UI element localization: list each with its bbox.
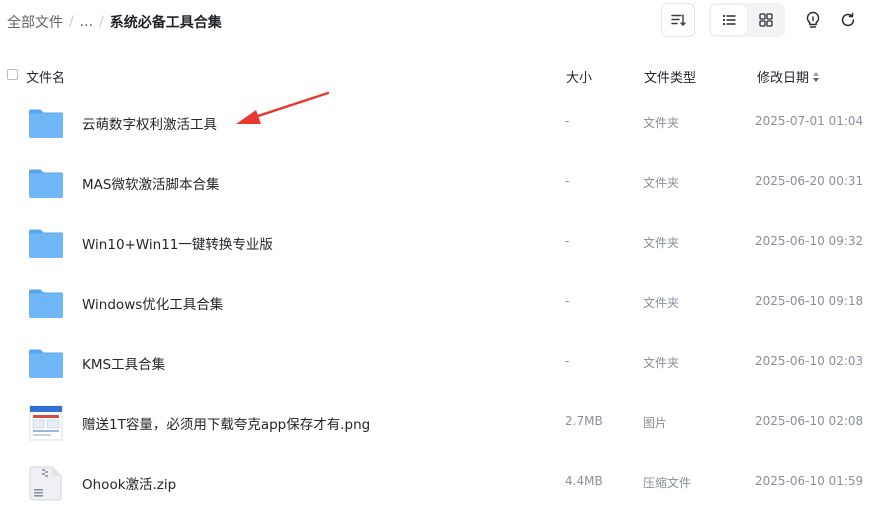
file-size: 2.7MB bbox=[565, 414, 603, 428]
breadcrumb-ellipsis[interactable]: ... bbox=[80, 14, 93, 30]
list-icon bbox=[722, 14, 736, 26]
column-header-type[interactable]: 文件类型 bbox=[644, 67, 696, 86]
tips-button[interactable] bbox=[796, 3, 830, 37]
file-date: 2025-06-10 09:18 bbox=[755, 294, 864, 308]
file-type: 文件夹 bbox=[643, 236, 680, 250]
breadcrumb-separator: / bbox=[69, 14, 74, 30]
file-name[interactable]: 云萌数字权利激活工具 bbox=[82, 113, 217, 133]
file-size: - bbox=[565, 354, 570, 368]
file-date: 2025-06-10 09:32 bbox=[755, 234, 864, 248]
file-type: 图片 bbox=[643, 416, 668, 430]
table-row[interactable]: KMS工具合集 - 文件夹 2025-06-10 02:03 bbox=[0, 333, 870, 393]
lightbulb-icon bbox=[806, 11, 820, 28]
file-size: - bbox=[565, 174, 570, 188]
table-row[interactable]: Ohook激活.zip 4.4MB 压缩文件 2025-06-10 01:59 bbox=[0, 453, 870, 513]
file-type: 文件夹 bbox=[643, 176, 680, 190]
file-date: 2025-06-10 01:59 bbox=[755, 474, 864, 488]
file-size: - bbox=[565, 234, 570, 248]
grid-icon bbox=[758, 13, 773, 27]
image-thumbnail-icon bbox=[29, 405, 63, 441]
folder-icon bbox=[29, 169, 63, 198]
refresh-button[interactable] bbox=[831, 3, 865, 37]
breadcrumb-separator: / bbox=[99, 14, 104, 30]
file-name[interactable]: Win10+Win11一键转换专业版 bbox=[82, 233, 273, 253]
table-row[interactable]: Windows优化工具合集 - 文件夹 2025-06-10 09:18 bbox=[0, 273, 870, 333]
column-header-size[interactable]: 大小 bbox=[566, 67, 592, 86]
table-row[interactable]: MAS微软激活脚本合集 - 文件夹 2025-06-20 00:31 bbox=[0, 153, 870, 213]
file-date: 2025-06-10 02:03 bbox=[755, 354, 864, 368]
file-table-header: 文件名 大小 文件类型 修改日期 bbox=[0, 64, 870, 86]
table-row[interactable]: 云萌数字权利激活工具 - 文件夹 2025-07-01 01:04 bbox=[0, 93, 870, 153]
folder-icon bbox=[29, 109, 63, 138]
breadcrumb-root[interactable]: 全部文件 bbox=[7, 12, 63, 32]
folder-icon bbox=[29, 349, 63, 378]
file-date: 2025-06-20 00:31 bbox=[755, 174, 864, 188]
sort-caret-icon bbox=[813, 71, 820, 82]
sort-icon bbox=[671, 14, 686, 26]
file-size: - bbox=[565, 114, 570, 128]
file-name[interactable]: KMS工具合集 bbox=[82, 353, 165, 373]
file-size: 4.4MB bbox=[565, 474, 603, 488]
file-type: 文件夹 bbox=[643, 116, 680, 130]
column-header-name[interactable]: 文件名 bbox=[26, 67, 65, 86]
select-all-checkbox[interactable] bbox=[7, 69, 18, 80]
file-type: 压缩文件 bbox=[643, 476, 692, 490]
folder-icon bbox=[29, 229, 63, 258]
table-row[interactable]: Win10+Win11一键转换专业版 - 文件夹 2025-06-10 09:3… bbox=[0, 213, 870, 273]
folder-icon bbox=[29, 289, 63, 318]
list-view-button[interactable] bbox=[711, 5, 747, 35]
breadcrumb-current: 系统必备工具合集 bbox=[109, 15, 222, 31]
sort-button[interactable] bbox=[661, 3, 695, 37]
file-name[interactable]: 赠送1T容量，必须用下载夸克app保存才有.png bbox=[82, 413, 370, 433]
file-name[interactable]: Windows优化工具合集 bbox=[82, 293, 223, 313]
file-date: 2025-07-01 01:04 bbox=[755, 114, 864, 128]
file-date: 2025-06-10 02:08 bbox=[755, 414, 864, 428]
breadcrumb: 全部文件 / ... / 系统必备工具合集 bbox=[7, 12, 222, 32]
file-size: - bbox=[565, 294, 570, 308]
file-name[interactable]: MAS微软激活脚本合集 bbox=[82, 173, 219, 193]
file-type: 文件夹 bbox=[643, 356, 680, 370]
grid-view-button[interactable] bbox=[748, 5, 783, 35]
table-row[interactable]: 赠送1T容量，必须用下载夸克app保存才有.png 2.7MB 图片 2025-… bbox=[0, 393, 870, 453]
column-header-date-label: 修改日期 bbox=[757, 71, 810, 86]
file-name[interactable]: Ohook激活.zip bbox=[82, 473, 176, 493]
file-type: 文件夹 bbox=[643, 296, 680, 310]
refresh-icon bbox=[841, 12, 855, 27]
column-header-date[interactable]: 修改日期 bbox=[757, 67, 820, 86]
file-list: 云萌数字权利激活工具 - 文件夹 2025-07-01 01:04 MAS微软激… bbox=[0, 93, 870, 513]
zip-file-icon bbox=[29, 466, 62, 501]
